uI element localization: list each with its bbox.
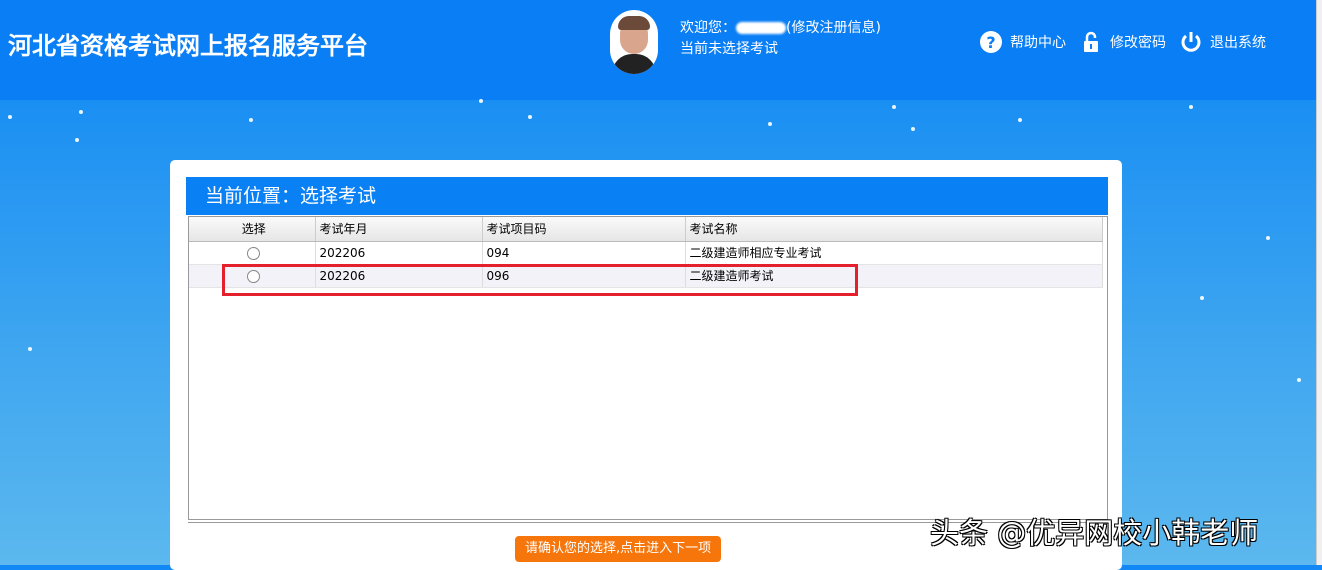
edit-profile-link[interactable]: (修改注册信息) — [786, 20, 881, 36]
snow-dot — [1189, 105, 1193, 109]
watermark: 头条 @优异网校小韩老师 — [930, 516, 1259, 550]
col-select: 选择 — [189, 217, 316, 242]
logout-label: 退出系统 — [1210, 35, 1266, 51]
snow-dot — [249, 118, 253, 122]
help-label: 帮助中心 — [1010, 35, 1066, 51]
confirm-next-button[interactable]: 请确认您的选择,点击进入下一项 — [515, 536, 722, 562]
avatar — [610, 10, 658, 74]
breadcrumb: 当前位置：选择考试 — [186, 177, 1108, 215]
cell-year-month: 202206 — [315, 241, 483, 265]
snow-dot — [768, 122, 772, 126]
site-title: 河北省资格考试网上报名服务平台 — [8, 32, 368, 60]
snow-dot — [8, 115, 12, 119]
snow-dot — [1297, 378, 1301, 382]
snow-dot — [1266, 236, 1270, 240]
welcome-text: 欢迎您： — [680, 20, 736, 36]
header: 河北省资格考试网上报名服务平台 欢迎您： (修改注册信息) 当前未选择考试 ? 帮助… — [0, 0, 1316, 100]
exam-table: 选择 考试年月 考试项目码 考试名称 202206 094 二级建造师相应专业考… — [188, 216, 1108, 520]
snow-dot — [75, 138, 79, 142]
content-panel: 当前位置：选择考试 选择 考试年月 考试项目码 考试名称 202206 094 … — [170, 160, 1122, 570]
snow-dot — [911, 127, 915, 131]
snow-dot — [892, 105, 896, 109]
snow-dot — [528, 115, 532, 119]
select-radio[interactable] — [247, 246, 261, 260]
redacted-username — [736, 22, 786, 34]
welcome-block: 欢迎您： (修改注册信息) 当前未选择考试 — [680, 18, 881, 60]
table-row[interactable]: 202206 094 二级建造师相应专业考试 — [189, 241, 1103, 265]
col-name: 考试名称 — [685, 217, 1103, 242]
snow-dot — [79, 110, 83, 114]
scrollbar[interactable] — [1316, 0, 1322, 565]
help-center-link[interactable]: ? 帮助中心 — [980, 31, 1066, 53]
snow-dot — [1200, 296, 1204, 300]
help-icon: ? — [980, 31, 1002, 53]
snow-dot — [479, 99, 483, 103]
snow-dot — [28, 347, 32, 351]
power-icon — [1180, 31, 1202, 53]
highlight-box — [222, 264, 858, 296]
change-password-label: 修改密码 — [1110, 35, 1166, 51]
cell-code: 094 — [482, 241, 686, 265]
snow-dot — [1018, 118, 1022, 122]
logout-link[interactable]: 退出系统 — [1180, 31, 1266, 53]
change-password-link[interactable]: 修改密码 — [1080, 31, 1166, 53]
col-code: 考试项目码 — [482, 217, 686, 242]
exam-status: 当前未选择考试 — [680, 41, 778, 57]
col-year-month: 考试年月 — [315, 217, 483, 242]
cell-name: 二级建造师相应专业考试 — [685, 241, 1103, 265]
unlock-icon — [1080, 31, 1102, 53]
